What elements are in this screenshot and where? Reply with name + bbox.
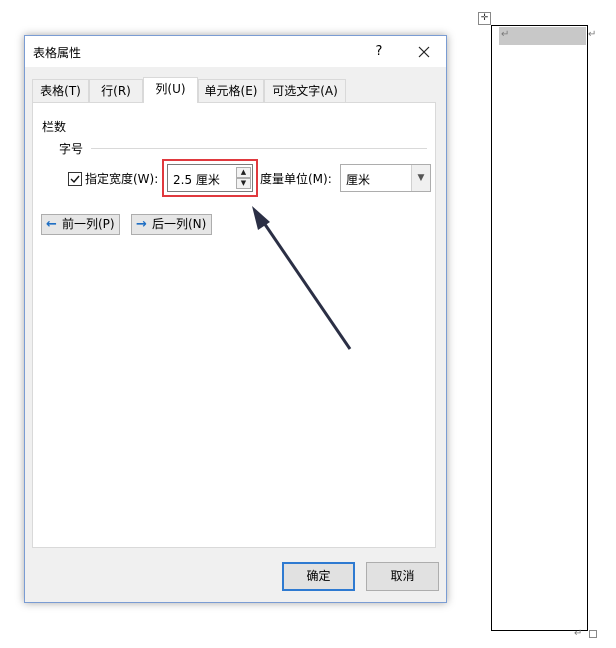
- tab-column[interactable]: 列(U): [143, 77, 198, 103]
- annotation-arrow: [252, 206, 352, 350]
